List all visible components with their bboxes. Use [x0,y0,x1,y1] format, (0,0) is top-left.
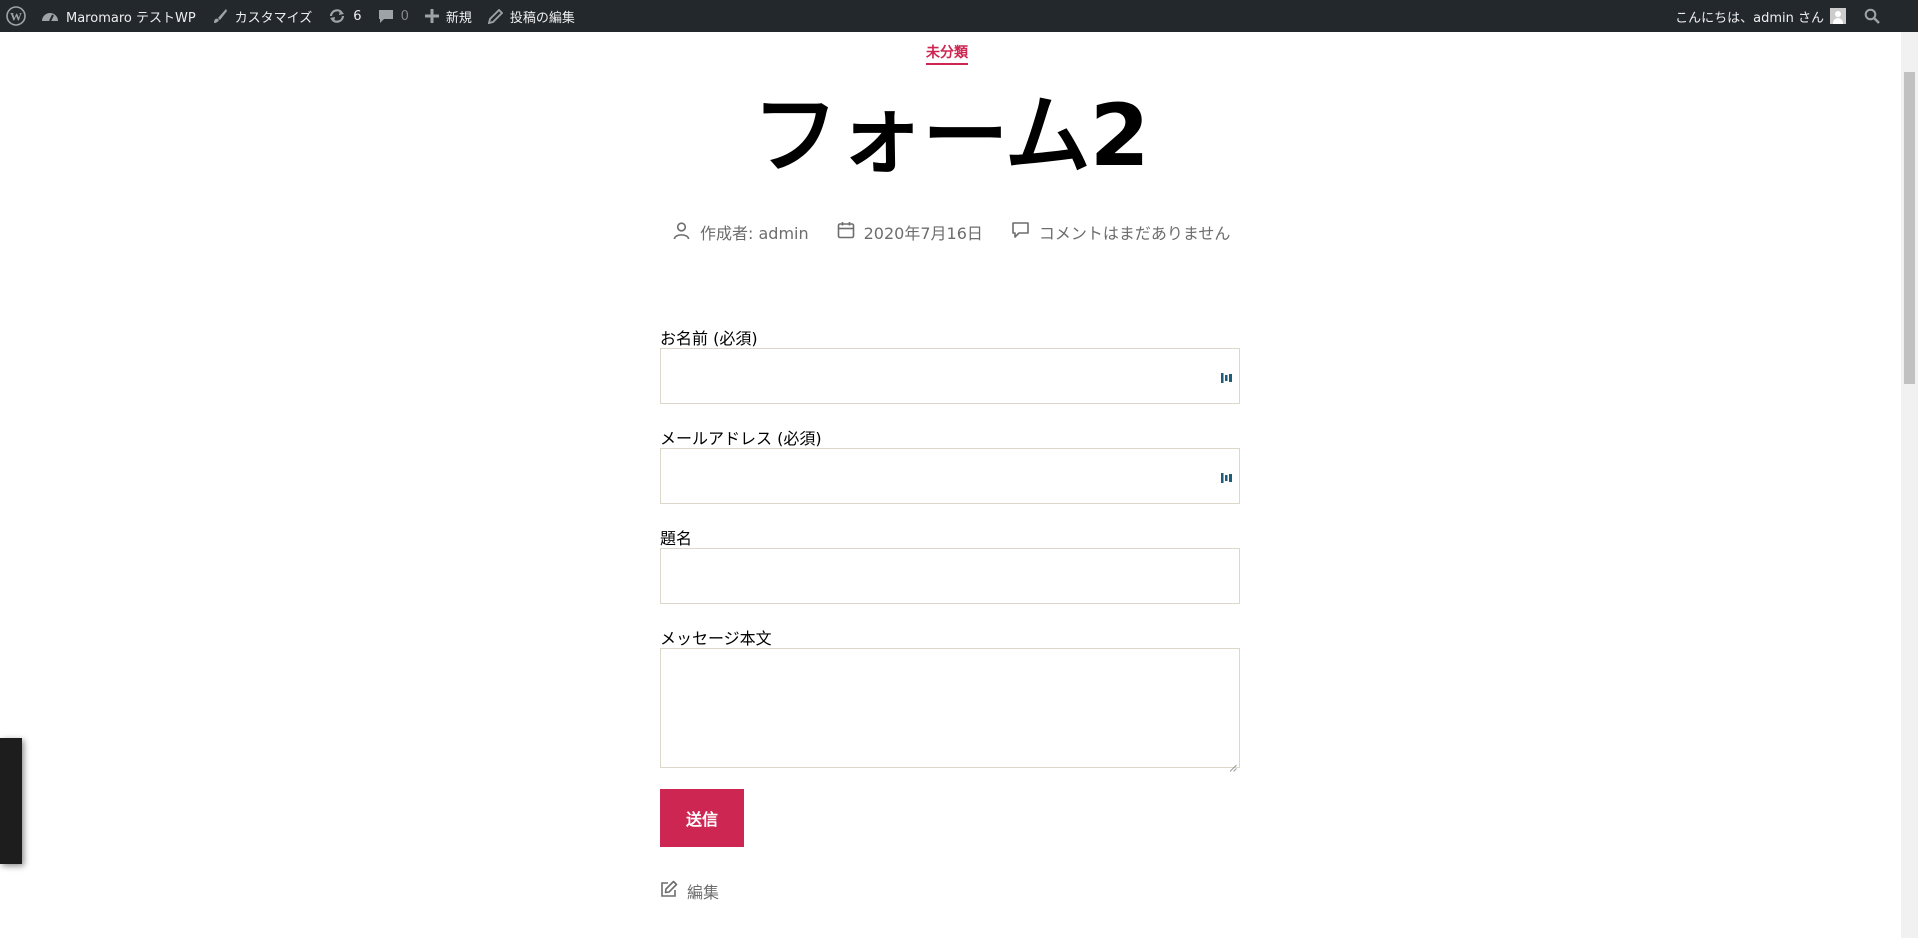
pencil-icon [487,8,503,24]
post-meta: 作成者: admin 2020年7月16日 コメントはまだありません [672,220,1258,244]
scrollbar-thumb[interactable] [1904,72,1915,384]
svg-text:W: W [10,10,22,24]
meta-comments[interactable]: コメントはまだありません [1011,220,1231,244]
subject-field[interactable] [660,548,1240,604]
wordpress-logo-icon[interactable]: W [0,0,33,32]
side-panel-tab[interactable] [0,738,22,864]
user-icon [672,221,700,244]
comment-bubble-icon [378,8,394,24]
search-icon[interactable] [1850,0,1886,32]
resize-grip-icon[interactable] [1229,757,1237,772]
new-content-link[interactable]: 新規 [417,0,480,32]
password-manager-icon[interactable] [1221,470,1233,484]
plus-icon [424,9,439,23]
dashboard-icon [41,9,59,23]
admin-bar: W Maromaro テストWP カスタマイズ 6 0 新規 投稿の編集 こんに… [0,0,1918,32]
updates-icon [328,8,346,24]
message-label: メッセージ本文 [660,629,772,648]
brush-icon [212,8,228,24]
meta-author[interactable]: 作成者: admin [672,220,809,244]
meta-date[interactable]: 2020年7月16日 [837,220,983,244]
greeting-label: こんにちは、admin さん [1675,10,1824,26]
author-text: 作成者: admin [700,224,809,243]
name-field[interactable] [660,348,1240,404]
name-label: お名前 (必須) [660,329,758,348]
edit-post-link[interactable]: 投稿の編集 [480,0,583,32]
customize-link[interactable]: カスタマイズ [204,0,321,32]
site-name-label: Maromaro テストWP [66,10,196,26]
avatar [1830,8,1846,24]
comments-text: コメントはまだありません [1038,224,1231,243]
new-label: 新規 [445,10,472,26]
edit-link[interactable]: 編集 [660,879,719,903]
page-scrollbar[interactable] [1901,32,1918,938]
category-link[interactable]: 未分類 [926,44,968,65]
password-manager-icon[interactable] [1221,370,1233,384]
post-title: フォーム2 [752,86,1149,186]
site-name-link[interactable]: Maromaro テストWP [33,0,204,32]
comments-link[interactable]: 0 [370,0,417,32]
edit-label: 編集 [687,883,720,902]
submit-button[interactable]: 送信 [660,789,744,847]
edit-icon [660,880,687,902]
updates-count: 6 [353,8,362,24]
calendar-icon [837,221,864,243]
subject-label: 題名 [660,529,693,548]
edit-post-label: 投稿の編集 [509,10,575,26]
customize-label: カスタマイズ [234,10,313,26]
my-account-link[interactable]: こんにちは、admin さん [1667,0,1850,32]
message-textarea[interactable] [660,648,1240,772]
email-label: メールアドレス (必須) [660,429,822,448]
updates-link[interactable]: 6 [320,0,369,32]
comment-icon [1011,221,1039,243]
date-text: 2020年7月16日 [863,224,983,243]
email-field[interactable] [660,448,1240,504]
comments-count: 0 [400,8,409,24]
